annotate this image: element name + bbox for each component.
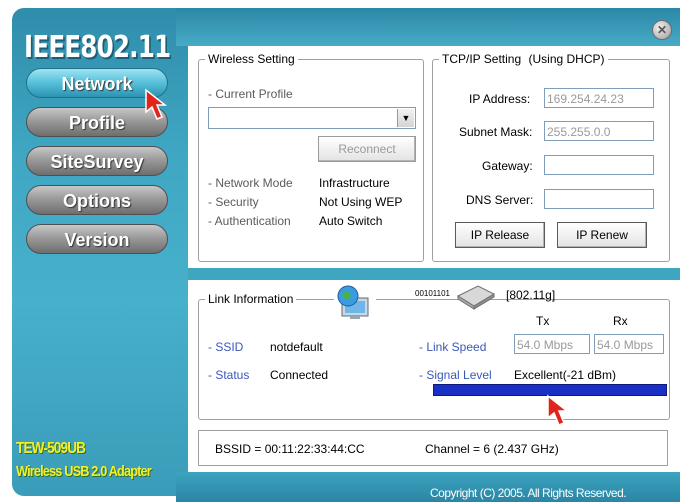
security-value: Not Using WEP [319, 195, 403, 209]
nav-sitesurvey-button[interactable]: SiteSurvey [26, 146, 168, 176]
gateway-field[interactable] [544, 155, 654, 175]
network-mode-label: - Network Mode [208, 176, 293, 190]
wireless-setting-legend: Wireless Setting [208, 52, 295, 66]
bssid-text: BSSID = 00:11:22:33:44:CC [215, 442, 365, 456]
connection-status-box: BSSID = 00:11:22:33:44:CC Channel = 6 (2… [198, 430, 668, 466]
panel-divider [188, 268, 680, 280]
signal-level-label: - Signal Level [419, 368, 492, 382]
tcpip-legend-text: TCP/IP Setting [442, 52, 522, 66]
rx-header: Rx [613, 314, 628, 328]
brand-description: Wireless USB 2.0 Adapter [16, 463, 152, 480]
app-title: IEEE802.11 [24, 30, 171, 65]
wireless-standard: [802.11g] [506, 288, 556, 302]
status-label: - Status [208, 368, 250, 382]
tx-speed-field: 54.0 Mbps [514, 334, 590, 354]
usb-adapter-icon [456, 284, 496, 310]
subnet-mask-field[interactable]: 255.255.0.0 [544, 121, 654, 141]
ip-address-field[interactable]: 169.254.24.23 [544, 88, 654, 108]
link-speed-label: - Link Speed [419, 340, 487, 354]
nav-options-button[interactable]: Options [26, 185, 168, 215]
network-mode-value: Infrastructure [319, 176, 390, 190]
cursor-arrow-icon [546, 394, 572, 433]
ip-address-label: IP Address: [469, 92, 531, 106]
current-profile-label: - Current Profile [208, 87, 293, 101]
title-bar [176, 8, 680, 46]
dhcp-note: (Using DHCP) [528, 52, 605, 66]
brand-model: TEW-509UB [16, 440, 86, 457]
ssid-label: - SSID [208, 340, 244, 354]
rx-speed-field: 54.0 Mbps [594, 334, 664, 354]
tcpip-setting-legend: TCP/IP Setting (Using DHCP) [439, 52, 608, 66]
authentication-value: Auto Switch [319, 214, 383, 228]
status-value: Connected [270, 368, 329, 382]
tx-header: Tx [536, 314, 550, 328]
reconnect-button[interactable]: Reconnect [318, 136, 416, 162]
dns-server-field[interactable] [544, 189, 654, 209]
ssid-value: notdefault [270, 340, 323, 354]
cursor-arrow-icon [144, 88, 170, 127]
close-icon[interactable]: ✕ [652, 20, 672, 40]
globe-computer-icon [334, 284, 376, 324]
ip-renew-button[interactable]: IP Renew [557, 222, 647, 248]
chevron-down-icon[interactable]: ▼ [397, 109, 414, 127]
subnet-mask-label: Subnet Mask: [459, 125, 533, 139]
link-information-group: Link Information [198, 292, 670, 420]
ip-release-button[interactable]: IP Release [455, 222, 545, 248]
gateway-label: Gateway: [482, 159, 533, 173]
data-bits-label: 00101101 [415, 289, 450, 298]
authentication-label: - Authentication [208, 214, 291, 228]
current-profile-select[interactable]: ▼ [208, 107, 416, 129]
copyright-text: Copyright (C) 2005. All Rights Reserved. [430, 486, 627, 500]
signal-level-value: Excellent(-21 dBm) [514, 368, 617, 382]
link-information-legend: Link Information [208, 292, 294, 306]
dns-server-label: DNS Server: [466, 193, 534, 207]
utility-window: IEEE802.11 Network Profile SiteSurvey Op… [0, 0, 680, 502]
nav-version-button[interactable]: Version [26, 224, 168, 254]
security-label: - Security [208, 195, 259, 209]
channel-text: Channel = 6 (2.437 GHz) [425, 442, 559, 456]
